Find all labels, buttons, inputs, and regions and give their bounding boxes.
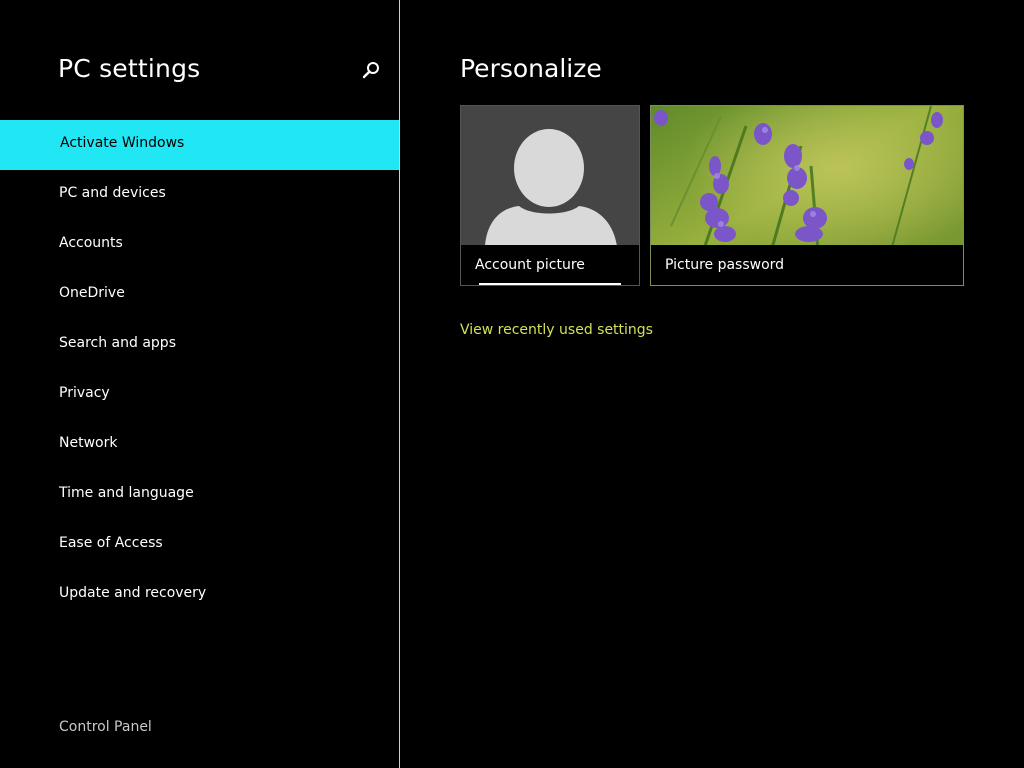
sidebar-nav: Activate Windows PC and devices Accounts… bbox=[0, 120, 399, 620]
sidebar-item-pc-and-devices[interactable]: PC and devices bbox=[0, 170, 399, 220]
sidebar-item-label: Activate Windows bbox=[60, 135, 185, 151]
tile-label: Picture password bbox=[665, 257, 785, 273]
focus-underline bbox=[479, 283, 621, 285]
sidebar-item-label: Update and recovery bbox=[59, 585, 207, 601]
sidebar-item-label: Time and language bbox=[59, 485, 194, 501]
sidebar-item-privacy[interactable]: Privacy bbox=[0, 370, 399, 420]
page-title: Personalize bbox=[460, 54, 602, 83]
sidebar-item-network[interactable]: Network bbox=[0, 420, 399, 470]
sidebar-title: PC settings bbox=[58, 54, 201, 83]
sidebar-item-accounts[interactable]: Accounts bbox=[0, 220, 399, 270]
account-picture-tile[interactable]: Account picture bbox=[460, 105, 640, 286]
sidebar-item-label: Network bbox=[59, 435, 118, 451]
sidebar-item-update-and-recovery[interactable]: Update and recovery bbox=[0, 570, 399, 620]
sidebar-item-label: OneDrive bbox=[59, 285, 125, 301]
control-panel-link[interactable]: Control Panel bbox=[59, 719, 152, 735]
picture-password-tile[interactable]: Picture password bbox=[650, 105, 964, 286]
tile-caption: Account picture bbox=[461, 245, 639, 285]
tile-label: Account picture bbox=[475, 257, 585, 273]
pc-settings-window: PC settings Activate Windows PC and devi… bbox=[0, 0, 1024, 768]
sidebar-item-label: PC and devices bbox=[59, 185, 166, 201]
sidebar-item-label: Ease of Access bbox=[59, 535, 163, 551]
sidebar-item-activate-windows[interactable]: Activate Windows bbox=[0, 120, 399, 170]
sidebar-item-onedrive[interactable]: OneDrive bbox=[0, 270, 399, 320]
sidebar-item-label: Privacy bbox=[59, 385, 110, 401]
tile-caption: Picture password bbox=[651, 245, 963, 285]
sidebar-item-label: Accounts bbox=[59, 235, 123, 251]
search-icon bbox=[362, 62, 379, 79]
search-button[interactable] bbox=[360, 60, 382, 82]
sidebar-item-ease-of-access[interactable]: Ease of Access bbox=[0, 520, 399, 570]
sidebar-item-time-and-language[interactable]: Time and language bbox=[0, 470, 399, 520]
sidebar-item-label: Search and apps bbox=[59, 335, 176, 351]
view-recent-settings-link[interactable]: View recently used settings bbox=[460, 322, 653, 338]
sidebar-item-search-and-apps[interactable]: Search and apps bbox=[0, 320, 399, 370]
sidebar: PC settings Activate Windows PC and devi… bbox=[0, 0, 400, 768]
